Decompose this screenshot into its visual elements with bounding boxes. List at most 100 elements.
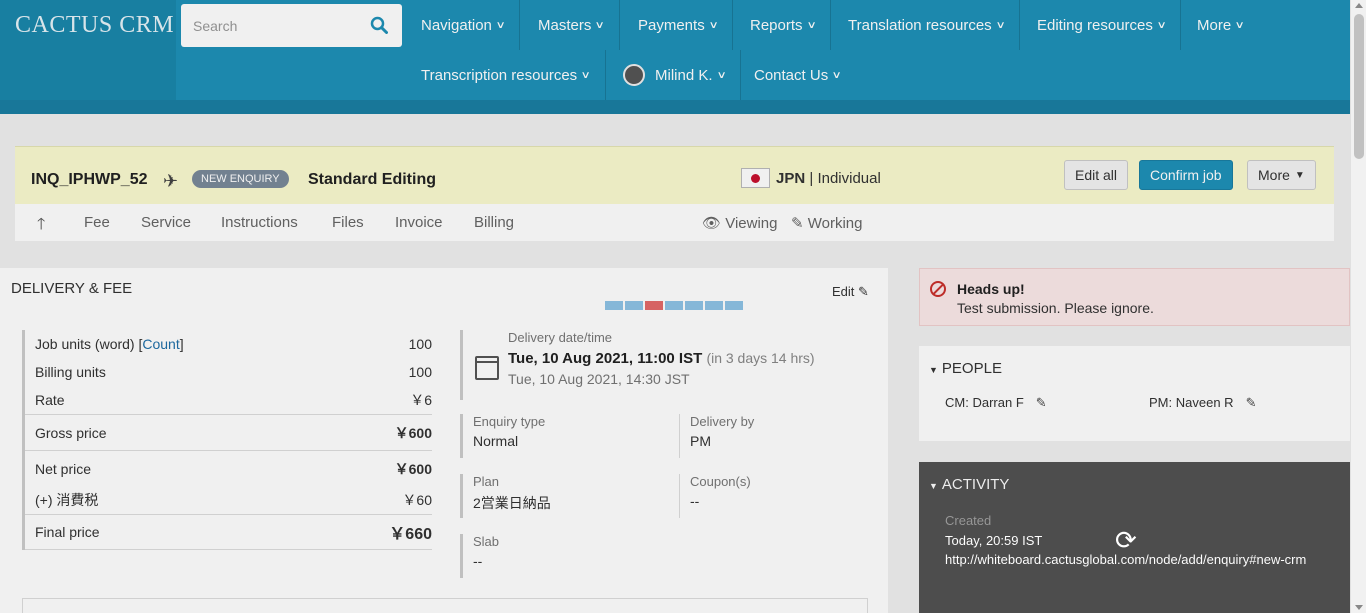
slab: Slab --	[460, 534, 660, 578]
loading-indicator	[605, 301, 743, 310]
arrow-up-icon[interactable]: 🡑	[37, 213, 45, 240]
tab-invoice[interactable]: Invoice	[395, 214, 443, 231]
viewing-indicator: 👁 Viewing	[702, 214, 777, 232]
nav-translation-resources[interactable]: Translation resources ∨	[833, 0, 1020, 50]
delivery-jst: Tue, 10 Aug 2021, 14:30 JST	[508, 371, 690, 387]
tab-service[interactable]: Service	[141, 214, 191, 231]
count-link[interactable]: Count	[142, 336, 179, 352]
nav-label: Transcription resources	[421, 66, 578, 84]
nav-label: Translation resources	[848, 16, 992, 34]
nav-more[interactable]: More ∨	[1182, 0, 1259, 50]
scroll-up-icon[interactable]	[1355, 3, 1363, 8]
brand-logo[interactable]: CACTUS CRM	[15, 12, 174, 39]
page-scrollbar[interactable]	[1350, 0, 1366, 613]
edit-all-button[interactable]: Edit all	[1064, 160, 1129, 190]
section-title: PEOPLE	[941, 360, 1002, 377]
final-price-row: Final price ￥660	[25, 514, 432, 550]
edit-link[interactable]: Edit ✎	[832, 284, 869, 300]
navbar-bottom-strip	[0, 100, 1350, 114]
field-label: Slab	[473, 534, 500, 549]
created-time: Today, 20:59 IST	[945, 533, 1043, 548]
pm-name: Naveen R	[1175, 395, 1234, 410]
eye-icon: 👁	[702, 215, 722, 232]
country-code: JPN	[776, 170, 806, 187]
nav-label: Payments	[638, 16, 705, 34]
caret-down-icon: ▼	[929, 481, 938, 491]
tab-billing[interactable]: Billing	[474, 214, 514, 231]
alert-title: Heads up!	[957, 281, 1025, 297]
people-panel: ▼ PEOPLE CM: Darran F ✎ PM: Naveen R ✎	[919, 346, 1350, 441]
row-label: Final price	[35, 524, 100, 540]
search-icon[interactable]	[370, 16, 388, 34]
confirm-job-button[interactable]: Confirm job	[1139, 160, 1233, 190]
field-label: Plan	[473, 474, 500, 489]
japan-flag-icon	[741, 168, 770, 188]
pencil-icon: ✎	[858, 284, 869, 299]
delivery-datetime: Delivery date/time Tue, 10 Aug 2021, 11:…	[460, 330, 870, 400]
nav-label: Contact Us	[754, 66, 829, 84]
activity-foreground: ▼ ACTIVITY Created Today, 20:59 IST http:…	[919, 462, 1350, 613]
nav-editing-resources[interactable]: Editing resources ∨	[1022, 0, 1182, 50]
pencil-icon[interactable]: ✎	[1036, 395, 1047, 411]
field-value: 2営業日納品	[473, 495, 551, 511]
search-input[interactable]: Search	[181, 4, 402, 47]
rate-row: Rate ￥6	[25, 386, 432, 414]
nav-payments[interactable]: Payments ∨	[623, 0, 734, 50]
nav-label: More	[1197, 16, 1232, 34]
heads-up-alert: Heads up! Test submission. Please ignore…	[919, 268, 1350, 326]
chevron-down-icon: ∨	[831, 69, 842, 81]
plan: Plan 2営業日納品	[460, 474, 660, 518]
tab-files[interactable]: Files	[332, 214, 364, 231]
chevron-down-icon: ∨	[495, 19, 506, 31]
refresh-spinner-icon: ⟳	[1115, 525, 1137, 555]
nav-user-menu[interactable]: Milind K. ∨	[608, 50, 741, 100]
scrollbar-thumb[interactable]	[1354, 14, 1364, 159]
nav-navigation[interactable]: Navigation ∨	[406, 0, 521, 50]
gross-price-row: Gross price ￥600	[25, 414, 432, 450]
delivery-block: Delivery date/time Tue, 10 Aug 2021, 11:…	[460, 330, 870, 400]
field-value: Normal	[473, 433, 519, 449]
row-value: 100	[408, 336, 432, 352]
tab-fee[interactable]: Fee	[84, 214, 110, 231]
section-tabs: 🡑 Fee Service Instructions Files Invoice…	[15, 204, 1334, 241]
row-label: Billing units	[35, 364, 106, 380]
nav-contact-us[interactable]: Contact Us ∨	[739, 50, 856, 100]
alert-message: Test submission. Please ignore.	[957, 300, 1154, 316]
pencil-icon[interactable]: ✎	[1246, 395, 1257, 411]
nav-masters[interactable]: Masters ∨	[523, 0, 620, 50]
next-section	[22, 598, 868, 613]
nav-label: Milind K.	[655, 66, 713, 84]
enquiry-id: INQ_IPHWP_52	[31, 171, 148, 188]
cm-entry: CM: Darran F ✎	[945, 395, 1047, 411]
billing-units-row: Billing units 100	[25, 358, 432, 386]
more-label: More	[1258, 167, 1290, 183]
created-label: Created	[945, 513, 992, 528]
chevron-down-icon: ∨	[580, 69, 591, 81]
coupons: Coupon(s) --	[679, 474, 879, 518]
scroll-down-icon[interactable]	[1355, 605, 1363, 610]
section-title: ACTIVITY	[941, 476, 1010, 493]
chevron-down-icon: ∨	[716, 69, 727, 81]
chevron-down-icon: ∨	[594, 19, 606, 31]
tab-instructions[interactable]: Instructions	[221, 214, 298, 231]
more-button[interactable]: More ▼	[1247, 160, 1316, 190]
pencil-icon: ✎	[791, 215, 804, 232]
nav-transcription-resources[interactable]: Transcription resources ∨	[406, 50, 606, 100]
cm-name: Darran F	[972, 395, 1024, 410]
row-value: ￥60	[402, 492, 432, 508]
row-label: Net price	[35, 460, 92, 477]
delivery-relative: (in 3 days 14 hrs)	[706, 350, 815, 366]
nav-label: Masters	[538, 16, 592, 34]
delivery-fee-card: DELIVERY & FEE Loading... Edit ✎ Job uni…	[0, 268, 888, 613]
plane-icon: ✈	[163, 171, 179, 191]
delivery-label: Delivery date/time	[508, 330, 613, 345]
delivery-by: Delivery by PM	[679, 414, 879, 458]
field-label: Delivery by	[690, 414, 755, 429]
people-toggle[interactable]: ▼ PEOPLE	[929, 360, 1002, 377]
card-title: DELIVERY & FEE	[11, 280, 133, 297]
nav-reports[interactable]: Reports ∨	[735, 0, 831, 50]
created-url: http://whiteboard.cactusglobal.com/node/…	[945, 552, 1307, 567]
nav-label: Editing resources	[1037, 16, 1153, 34]
separator: |	[809, 170, 814, 187]
pm-entry: PM: Naveen R ✎	[1149, 395, 1256, 411]
